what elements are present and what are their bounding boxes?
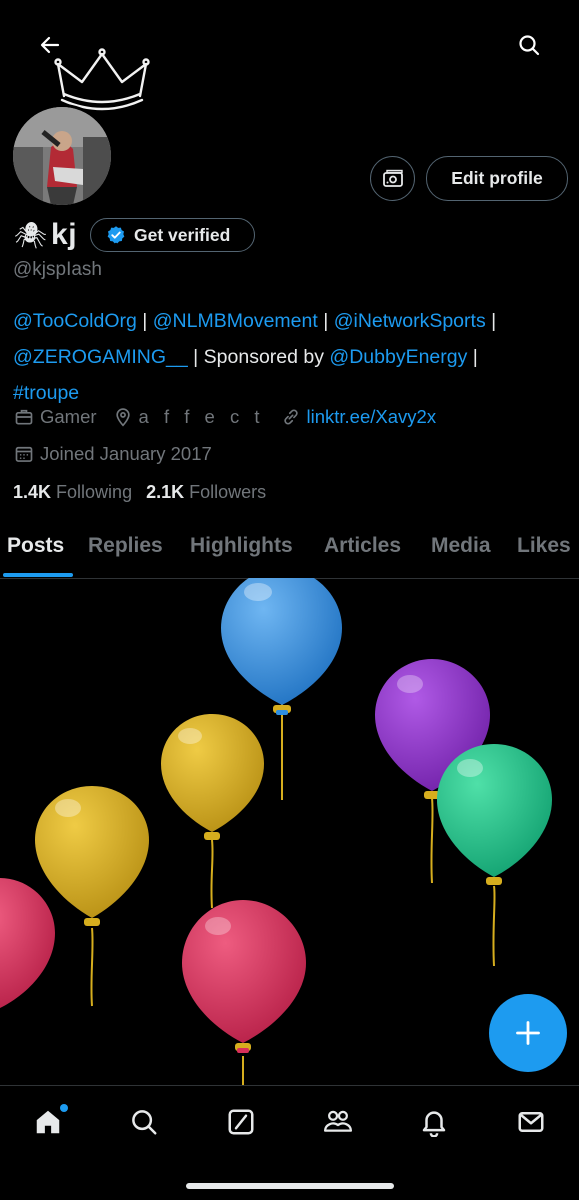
avatar-image xyxy=(13,107,111,205)
balloon-red-center xyxy=(182,900,306,1086)
verified-badge-icon xyxy=(107,226,125,244)
balloon-yellow-left xyxy=(35,786,149,1007)
edit-profile-button[interactable]: Edit profile xyxy=(426,156,568,201)
category: Gamer xyxy=(14,406,97,428)
search-icon xyxy=(132,1110,157,1135)
get-verified-label: Get verified xyxy=(134,224,231,245)
tab-posts[interactable]: Posts xyxy=(7,534,64,558)
nav-grok[interactable] xyxy=(219,1100,263,1144)
active-tab-indicator xyxy=(3,573,73,577)
bio-text: | xyxy=(136,310,153,332)
bio-mention-link[interactable]: @ZEROGAMING__ xyxy=(13,346,188,368)
bio-text: | xyxy=(467,346,478,368)
following-label: Following xyxy=(56,482,133,502)
location-pin-icon xyxy=(115,408,130,427)
search-icon xyxy=(519,35,540,56)
follow-stats: 1.4K Following 2.1K Followers xyxy=(13,482,280,503)
handle: @kjspIash xyxy=(13,259,102,280)
back-button[interactable] xyxy=(30,25,70,65)
tab-likes[interactable]: Likes xyxy=(517,534,571,558)
location: a f f e c t xyxy=(113,406,265,428)
profile-meta-row: Gamer a f f e c t linktr.ee/Xavy2x xyxy=(14,403,452,431)
link-icon xyxy=(283,409,298,425)
balloon-green xyxy=(437,744,552,967)
get-verified-button[interactable]: Get verified xyxy=(90,218,255,252)
website[interactable]: linktr.ee/Xavy2x xyxy=(281,406,437,428)
plus-icon xyxy=(516,1021,540,1045)
following-count: 1.4K xyxy=(13,482,52,502)
followers-label: Followers xyxy=(189,482,267,502)
spider-emoji: 🕷 xyxy=(14,219,48,250)
nav-notifications[interactable] xyxy=(412,1100,456,1144)
tab-replies[interactable]: Replies xyxy=(88,534,163,558)
bio-text: | Sponsored by xyxy=(187,346,330,368)
bio-mention-link[interactable]: @iNetworkSports xyxy=(334,310,486,332)
following-stat[interactable]: 1.4K Following xyxy=(13,482,132,503)
bio-mention-link[interactable]: @NLMBMovement xyxy=(153,310,318,332)
joined-row: Joined January 2017 xyxy=(14,440,228,468)
grok-icon xyxy=(228,1109,254,1135)
nav-messages[interactable] xyxy=(509,1100,553,1144)
notification-dot xyxy=(60,1104,68,1112)
communities-icon xyxy=(323,1110,353,1132)
home-indicator[interactable] xyxy=(186,1183,394,1189)
bio-text: | xyxy=(317,310,334,332)
bell-icon xyxy=(422,1111,446,1137)
arrow-left-icon xyxy=(40,36,60,54)
birthday-balloons xyxy=(0,578,579,1086)
money-icon xyxy=(382,169,403,187)
location-text: a f f e c t xyxy=(138,406,265,427)
tab-highlights[interactable]: Highlights xyxy=(190,534,293,558)
balloons-illustration xyxy=(0,578,552,1086)
name-text: kj xyxy=(51,218,78,251)
mail-icon xyxy=(518,1112,544,1132)
display-name: 🕷 kj xyxy=(14,217,77,253)
compose-post-button[interactable] xyxy=(489,994,567,1072)
followers-count: 2.1K xyxy=(146,482,185,502)
bio: @TooColdOrg | @NLMBMovement | @iNetworkS… xyxy=(13,303,573,411)
calendar-icon xyxy=(15,446,33,462)
joined: Joined January 2017 xyxy=(14,443,212,465)
bio-text: | xyxy=(485,310,497,332)
website-link[interactable]: linktr.ee/Xavy2x xyxy=(307,406,437,428)
subscriptions-button[interactable] xyxy=(370,156,415,201)
profile-page: Edit profile 🕷 kj Get verified @kjspIash… xyxy=(0,0,579,1200)
briefcase-icon xyxy=(15,409,33,425)
nav-search[interactable] xyxy=(122,1100,166,1144)
tab-media[interactable]: Media xyxy=(431,534,491,558)
balloon-yellow-center xyxy=(161,714,264,909)
balloon-red-left xyxy=(0,878,55,1008)
joined-text: Joined January 2017 xyxy=(40,443,212,464)
tab-articles[interactable]: Articles xyxy=(324,534,401,558)
bio-line-1: @TooColdOrg | @NLMBMovement | @iNetworkS… xyxy=(13,303,573,339)
followers-stat[interactable]: 2.1K Followers xyxy=(146,482,266,503)
bio-line-2: @ZEROGAMING__ | Sponsored by @DubbyEnerg… xyxy=(13,339,573,375)
home-icon xyxy=(36,1110,60,1134)
profile-tabs: Posts Replies Highlights Articles Media … xyxy=(0,524,579,579)
category-text: Gamer xyxy=(40,406,97,427)
search-button[interactable] xyxy=(509,25,549,65)
bio-mention-link[interactable]: @TooColdOrg xyxy=(13,310,137,332)
nav-communities[interactable] xyxy=(316,1100,360,1144)
bio-mention-link[interactable]: @DubbyEnergy xyxy=(329,346,467,368)
bio-mention-link[interactable]: #troupe xyxy=(13,382,79,404)
nav-home[interactable] xyxy=(26,1100,70,1144)
avatar[interactable] xyxy=(10,104,114,208)
